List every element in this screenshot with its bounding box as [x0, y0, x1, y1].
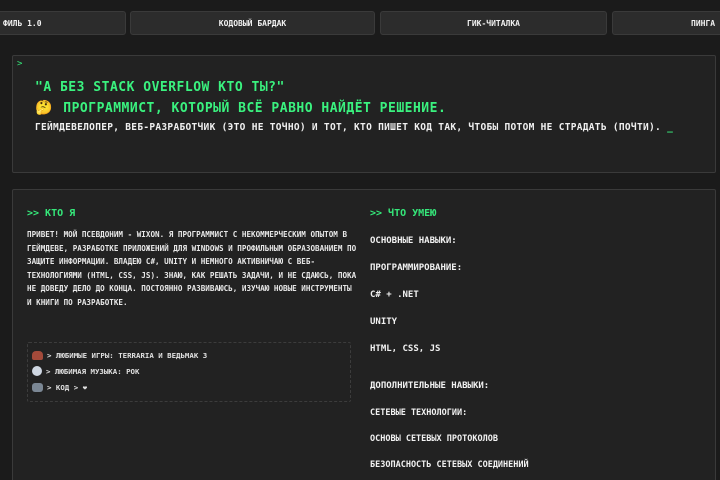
skills-main-heading: ОСНОВНЫЕ НАВЫКИ:: [370, 236, 457, 246]
page: ФИЛЬ 1.0 КОДОВЫЙ БАРДАК ГИК-ЧИТАЛКА ПИНГ…: [0, 0, 720, 480]
blinking-cursor: _: [667, 122, 674, 133]
prompt-marker: >: [17, 59, 23, 69]
hero-title: "А БЕЗ STACK OVERFLOW КТО ТЫ?" 🤔 ПРОГРАМ…: [35, 78, 446, 119]
tab-profile[interactable]: ФИЛЬ 1.0: [0, 11, 126, 35]
skill-item: C# + .NET: [370, 290, 419, 300]
skills-programming-heading: ПРОГРАММИРОВАНИЕ:: [370, 263, 463, 273]
favorite-text: > ЛЮБИМЫЕ ИГРЫ: TERRARIA И ВЕДЬМАК 3: [47, 350, 208, 360]
code-icon: [32, 382, 43, 392]
skills-list: ОСНОВНЫЕ НАВЫКИ: ПРОГРАММИРОВАНИЕ: C# + …: [370, 234, 700, 480]
skills-title: >> ЧТО УМЕЮ: [370, 208, 437, 219]
skill-item: ОСНОВЫ СЕТЕВЫХ ПРОТОКОЛОВ: [370, 434, 498, 444]
tab-label: КОДОВЫЙ БАРДАК: [218, 18, 287, 28]
music-icon: [32, 366, 42, 376]
game-controller-icon: [32, 350, 43, 360]
tab-geek-reader[interactable]: ГИК-ЧИТАЛКА: [380, 11, 607, 35]
skill-item: БЕЗОПАСНОСТЬ СЕТЕВЫХ СОЕДИНЕНИЙ: [370, 460, 529, 470]
top-tabs: ФИЛЬ 1.0 КОДОВЫЙ БАРДАК ГИК-ЧИТАЛКА ПИНГ…: [0, 0, 720, 44]
favorite-music: > ЛЮБИМАЯ МУЗЫКА: РОК: [32, 363, 346, 379]
tab-ping[interactable]: ПИНГА: [612, 11, 720, 35]
about-title: >> КТО Я: [27, 208, 76, 219]
tab-label: ГИК-ЧИТАЛКА: [467, 18, 520, 28]
favorite-text: > ЛЮБИМАЯ МУЗЫКА: РОК: [46, 366, 140, 376]
tab-label: ФИЛЬ 1.0: [3, 18, 42, 28]
hero-description-text: ГЕЙМДЕВЕЛОПЕР, ВЕБ-РАЗРАБОТЧИК (ЭТО НЕ Т…: [35, 122, 662, 133]
hero-quote: "А БЕЗ STACK OVERFLOW КТО ТЫ?": [35, 80, 285, 95]
skills-extra-heading: ДОПОЛНИТЕЛЬНЫЕ НАВЫКИ:: [370, 381, 490, 391]
hero-description: ГЕЙМДЕВЕЛОПЕР, ВЕБ-РАЗРАБОТЧИК (ЭТО НЕ Т…: [35, 120, 695, 136]
favorites-box: > ЛЮБИМЫЕ ИГРЫ: TERRARIA И ВЕДЬМАК 3 > Л…: [27, 342, 351, 402]
skill-item: UNITY: [370, 317, 398, 327]
hero-subtitle-line: 🤔 ПРОГРАММИСТ, КОТОРЫЙ ВСЁ РАВНО НАЙДЁТ …: [35, 98, 446, 119]
hero-panel: > "А БЕЗ STACK OVERFLOW КТО ТЫ?" 🤔 ПРОГР…: [12, 55, 716, 173]
favorite-games: > ЛЮБИМЫЕ ИГРЫ: TERRARIA И ВЕДЬМАК 3: [32, 347, 346, 363]
about-bio: ПРИВЕТ! МОЙ ПСЕВДОНИМ - WIXON. Я ПРОГРАМ…: [27, 230, 357, 307]
favorite-code: > КОД > ❤: [32, 379, 346, 395]
tab-label: ПИНГА: [691, 18, 716, 28]
thinking-face-icon: 🤔: [35, 100, 53, 116]
about-panel: >> КТО Я ПРИВЕТ! МОЙ ПСЕВДОНИМ - WIXON. …: [12, 189, 716, 480]
favorite-text: > КОД > ❤: [47, 382, 88, 392]
hero-subtitle: ПРОГРАММИСТ, КОТОРЫЙ ВСЁ РАВНО НАЙДЁТ РЕ…: [63, 101, 447, 116]
skills-network-heading: СЕТЕВЫЕ ТЕХНОЛОГИИ:: [370, 408, 468, 418]
tab-code-mess[interactable]: КОДОВЫЙ БАРДАК: [130, 11, 375, 35]
skill-item: HTML, CSS, JS: [370, 344, 441, 354]
